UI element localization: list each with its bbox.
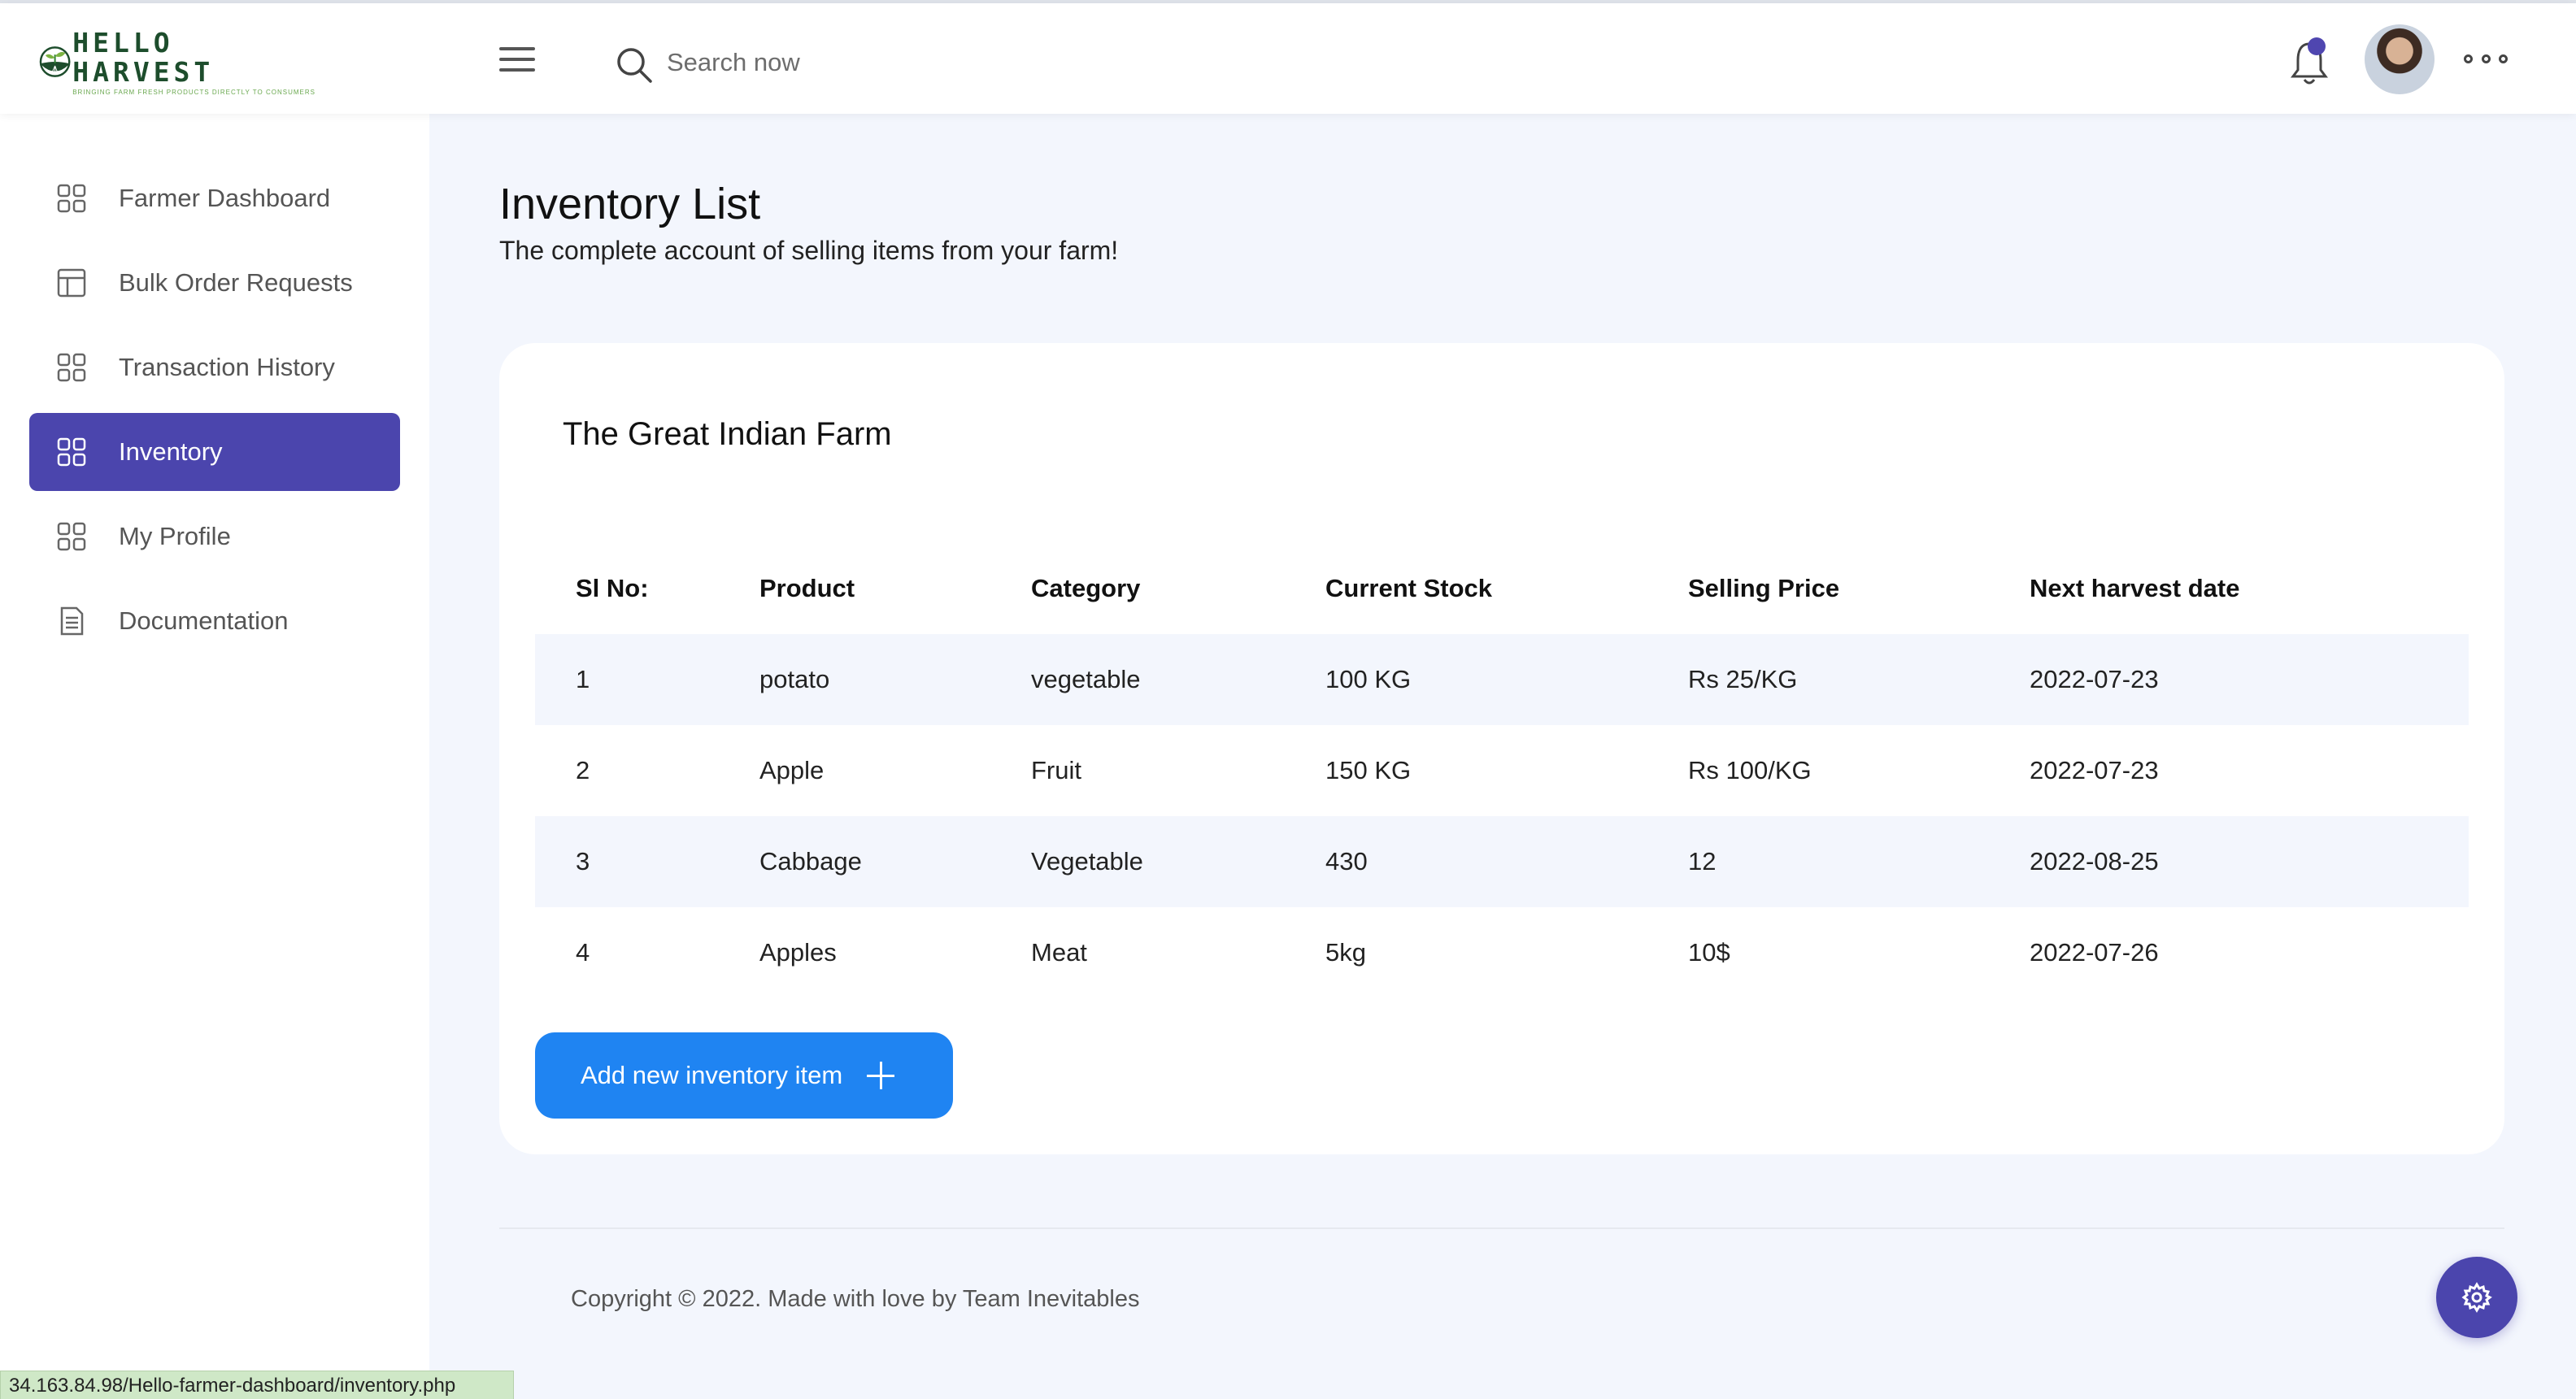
- document-icon: [60, 606, 84, 636]
- gear-icon: [2461, 1282, 2492, 1313]
- plus-icon: [867, 1062, 895, 1089]
- cell-category: Fruit: [1031, 756, 1081, 784]
- sidebar-item-farmer-dashboard[interactable]: Farmer Dashboard: [29, 159, 400, 237]
- cell-selling-price: 10$: [1688, 938, 1730, 967]
- cell-next-harvest-date: 2022-07-23: [2030, 756, 2159, 784]
- footer-divider: [499, 1227, 2504, 1229]
- farm-name: The Great Indian Farm: [563, 416, 892, 452]
- cell-next-harvest-date: 2022-07-23: [2030, 634, 2469, 725]
- brand-name: HELLO HARVEST: [72, 26, 215, 88]
- hamburger-menu-icon[interactable]: [499, 47, 535, 76]
- table-row: 1 potato vegetable 100 KG Rs 25/KG 2022-…: [535, 634, 2469, 725]
- cell-category: vegetable: [1031, 634, 1325, 725]
- more-options-icon[interactable]: [2464, 49, 2508, 68]
- sidebar-item-label: Inventory: [119, 437, 223, 466]
- sidebar-item-inventory[interactable]: Inventory: [29, 413, 400, 491]
- top-header: HELLO HARVEST BRINGING FARM FRESH PRODUC…: [0, 3, 2576, 114]
- brand-tagline: BRINGING FARM FRESH PRODUCTS DIRECTLY TO…: [72, 88, 315, 96]
- column-header-product: Product: [759, 574, 855, 602]
- sidebar-item-label: Transaction History: [119, 353, 335, 381]
- table-row: 3 Cabbage Vegetable 430 12 2022-08-25: [535, 816, 2469, 907]
- grid-icon: [57, 522, 86, 551]
- add-inventory-item-button[interactable]: Add new inventory item: [535, 1032, 953, 1119]
- status-bar-url: 34.163.84.98/Hello-farmer-dashboard/inve…: [0, 1371, 514, 1399]
- user-avatar[interactable]: [2365, 24, 2435, 94]
- cell-sl-no: 4: [576, 938, 590, 967]
- sidebar-item-bulk-order-requests[interactable]: Bulk Order Requests: [29, 244, 400, 322]
- cell-sl-no: 1: [535, 634, 759, 725]
- search-input[interactable]: [665, 36, 1156, 89]
- column-header-current-stock: Current Stock: [1325, 574, 1492, 602]
- brand-logo[interactable]: HELLO HARVEST BRINGING FARM FRESH PRODUC…: [39, 28, 315, 96]
- cell-category: Vegetable: [1031, 816, 1325, 907]
- sidebar-item-documentation[interactable]: Documentation: [29, 582, 400, 660]
- copyright-text: Copyright © 2022. Made with love by Team…: [571, 1286, 1140, 1312]
- sprout-logo-icon: [39, 46, 71, 77]
- sidebar-item-transaction-history[interactable]: Transaction History: [29, 328, 400, 406]
- inventory-card: The Great Indian Farm Sl No: Product Cat…: [499, 343, 2504, 1154]
- cell-product: Apples: [759, 938, 837, 967]
- cell-current-stock: 100 KG: [1325, 634, 1688, 725]
- cell-selling-price: Rs 25/KG: [1688, 634, 2030, 725]
- inventory-table: Sl No: Product Category Current Stock Se…: [535, 543, 2469, 998]
- cell-product: Apple: [759, 756, 825, 784]
- add-inventory-item-label: Add new inventory item: [581, 1061, 843, 1089]
- table-header-row: Sl No: Product Category Current Stock Se…: [535, 543, 2469, 634]
- cell-product: potato: [759, 634, 1031, 725]
- cell-category: Meat: [1031, 938, 1087, 967]
- notification-dot: [2308, 37, 2326, 55]
- cell-current-stock: 5kg: [1325, 938, 1366, 967]
- table-row: 2 Apple Fruit 150 KG Rs 100/KG 2022-07-2…: [535, 725, 2469, 816]
- cell-selling-price: Rs 100/KG: [1688, 756, 1812, 784]
- settings-gear-button[interactable]: [2436, 1257, 2517, 1338]
- sidebar-item-my-profile[interactable]: My Profile: [29, 497, 400, 576]
- cell-sl-no: 2: [576, 756, 590, 784]
- sidebar-item-label: Farmer Dashboard: [119, 184, 331, 212]
- column-header-category: Category: [1031, 574, 1141, 602]
- cell-current-stock: 430: [1325, 816, 1688, 907]
- column-header-next-harvest-date: Next harvest date: [2030, 574, 2240, 602]
- grid-icon: [57, 184, 86, 213]
- column-header-selling-price: Selling Price: [1688, 574, 1840, 602]
- page-title: Inventory List: [499, 180, 761, 228]
- sidebar-item-label: Bulk Order Requests: [119, 268, 353, 297]
- cell-next-harvest-date: 2022-07-26: [2030, 938, 2159, 967]
- cell-selling-price: 12: [1688, 816, 2030, 907]
- grid-icon: [57, 437, 86, 467]
- sidebar-item-label: My Profile: [119, 522, 231, 550]
- grid-icon: [57, 353, 86, 382]
- sidebar: Farmer Dashboard Bulk Order Requests Tra…: [0, 114, 429, 1399]
- table-row: 4 Apples Meat 5kg 10$ 2022-07-26: [535, 907, 2469, 998]
- page-subtitle: The complete account of selling items fr…: [499, 236, 1119, 265]
- search-icon[interactable]: [615, 46, 654, 85]
- layout-icon: [57, 268, 86, 298]
- sidebar-item-label: Documentation: [119, 606, 289, 635]
- cell-sl-no: 3: [535, 816, 759, 907]
- cell-next-harvest-date: 2022-08-25: [2030, 816, 2469, 907]
- cell-product: Cabbage: [759, 816, 1031, 907]
- column-header-sl-no: Sl No:: [576, 574, 649, 602]
- cell-current-stock: 150 KG: [1325, 756, 1412, 784]
